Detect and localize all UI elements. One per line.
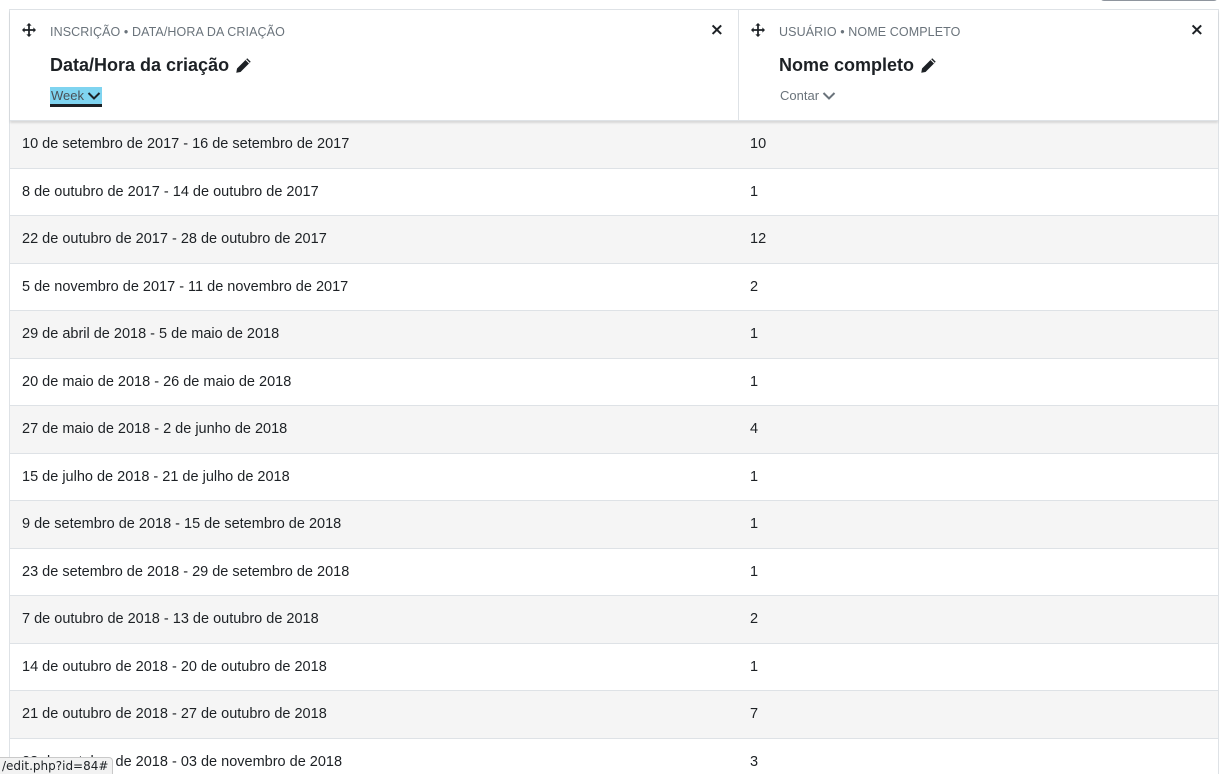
count-cell: 1 [750,563,759,580]
table-row: 9 de setembro de 2018 - 15 de setembro d… [10,501,1218,549]
period-cell: 9 de setembro de 2018 - 15 de setembro d… [22,516,342,533]
table-row: 23 de setembro de 2018 - 29 de setembro … [10,548,1218,596]
column-header-full-name: × Usuário • Nome completo Nome completo … [739,10,1218,120]
column-title-text: Data/Hora da criação [50,55,230,75]
period-cell: 28 de outubro de 2018 - 03 de novembro d… [22,753,343,770]
pencil-icon[interactable] [235,57,252,74]
count-cell: 2 [750,611,759,628]
pencil-icon[interactable] [920,57,937,74]
table-row: 29 de abril de 2018 - 5 de maio de 2018 1 [10,311,1218,359]
chevron-down-icon [822,91,836,100]
count-cell: 10 [750,136,767,153]
table-row: 10 de setembro de 2017 - 16 de setembro … [10,121,1218,169]
period-cell: 23 de setembro de 2018 - 29 de setembro … [22,563,350,580]
count-cell: 1 [750,183,759,200]
table-row: 8 de outubro de 2017 - 14 de outubro de … [10,168,1218,216]
table-header: × Inscrição • Data/Hora da criação Data/… [10,10,1218,121]
period-cell: 22 de outubro de 2017 - 28 de outubro de… [22,231,327,248]
move-icon[interactable] [751,23,765,37]
count-cell: 4 [750,421,759,438]
remove-column-icon[interactable]: × [710,21,724,39]
period-cell: 14 de outubro de 2018 - 20 de outubro de… [22,658,327,675]
count-cell: 1 [750,468,759,485]
period-cell: 10 de setembro de 2017 - 16 de setembro … [22,136,350,153]
period-cell: 15 de julho de 2018 - 21 de julho de 201… [22,468,290,485]
count-cell: 12 [750,231,767,248]
period-cell: 20 de maio de 2018 - 26 de maio de 2018 [22,373,292,390]
chevron-down-icon [87,91,101,100]
column-title: Nome completo [779,55,937,76]
table-row: 7 de outubro de 2018 - 13 de outubro de … [10,596,1218,644]
period-cell: 8 de outubro de 2017 - 14 de outubro de … [22,183,319,200]
partial-top-button[interactable] [1100,0,1218,1]
count-cell: 1 [750,326,759,343]
remove-column-icon[interactable]: × [1190,21,1204,39]
period-cell: 7 de outubro de 2018 - 13 de outubro de … [22,611,319,628]
period-cell: 5 de novembro de 2017 - 11 de novembro d… [22,278,349,295]
count-cell: 7 [750,706,759,723]
table-row: 20 de maio de 2018 - 26 de maio de 2018 1 [10,358,1218,406]
table-row: 14 de outubro de 2018 - 20 de outubro de… [10,643,1218,691]
table-row: 27 de maio de 2018 - 2 de junho de 2018 4 [10,406,1218,454]
report-table: × Inscrição • Data/Hora da criação Data/… [9,9,1219,774]
move-icon[interactable] [22,23,36,37]
count-cell: 3 [750,753,759,770]
aggregation-select-week[interactable]: Week [50,87,102,107]
period-cell: 21 de outubro de 2018 - 27 de outubro de… [22,706,327,723]
status-bar-url: /edit.php?id=84# [0,757,114,774]
count-cell: 1 [750,373,759,390]
table-body: 10 de setembro de 2017 - 16 de setembro … [10,121,1218,774]
column-title-text: Nome completo [779,55,915,75]
table-row: 21 de outubro de 2018 - 27 de outubro de… [10,691,1218,739]
table-row: 5 de novembro de 2017 - 11 de novembro d… [10,263,1218,311]
count-cell: 1 [750,516,759,533]
aggregation-select-count[interactable]: Contar [779,87,837,105]
column-subtitle: Usuário • Nome completo [779,25,961,39]
column-header-creation-date: × Inscrição • Data/Hora da criação Data/… [10,10,739,120]
period-cell: 27 de maio de 2018 - 2 de junho de 2018 [22,421,288,438]
count-cell: 1 [750,658,759,675]
column-title: Data/Hora da criação [50,55,252,76]
table-row: 22 de outubro de 2017 - 28 de outubro de… [10,216,1218,264]
count-cell: 2 [750,278,759,295]
aggregation-label: Week [51,88,84,103]
column-subtitle: Inscrição • Data/Hora da criação [50,25,285,39]
table-row: 28 de outubro de 2018 - 03 de novembro d… [10,738,1218,774]
table-row: 15 de julho de 2018 - 21 de julho de 201… [10,453,1218,501]
aggregation-label: Contar [780,88,820,103]
period-cell: 29 de abril de 2018 - 5 de maio de 2018 [22,326,280,343]
